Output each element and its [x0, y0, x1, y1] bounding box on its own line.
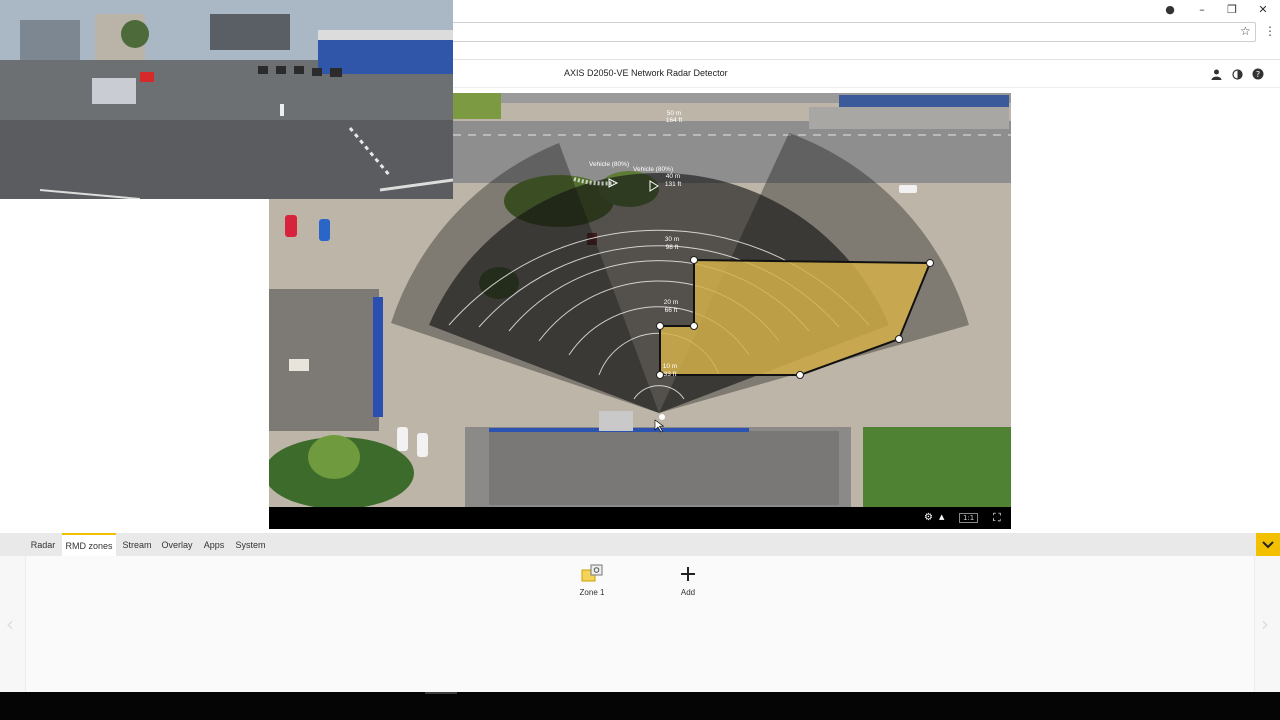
chevron-up-icon[interactable]: ▲	[939, 513, 944, 521]
close-button[interactable]: ✕	[1248, 0, 1278, 18]
range-label-m: 30 m	[665, 236, 679, 243]
tab-stream[interactable]: Stream	[119, 533, 155, 556]
radar-origin	[659, 414, 665, 420]
webcam-overlay	[0, 0, 453, 199]
range-label-ft: 98 ft	[666, 244, 679, 251]
zones-panel-content	[25, 556, 1255, 692]
settings-tabbar: Radar RMD zones Stream Overlay Apps Syst…	[0, 533, 1280, 556]
detection-label: Vehicle (80%)	[633, 166, 673, 173]
left-building	[269, 289, 379, 431]
toolbar-divider	[440, 59, 1280, 60]
gear-icon[interactable]: ⚙	[924, 512, 933, 523]
scroll-right-icon[interactable]: ›	[1261, 612, 1269, 636]
user-icon[interactable]	[1209, 67, 1223, 81]
tab-apps[interactable]: Apps	[200, 533, 228, 556]
fullscreen-icon[interactable]: ⛶	[993, 511, 1001, 525]
range-label-m: 50 m	[667, 110, 681, 117]
car	[285, 215, 297, 237]
tab-overlay[interactable]: Overlay	[159, 533, 195, 556]
zone-1-card[interactable]: Zone 1	[562, 564, 622, 604]
app-title: AXIS D2050-VE Network Radar Detector	[564, 68, 728, 78]
add-zone-button[interactable]: Add	[658, 564, 718, 604]
range-label-ft: 164 ft	[666, 117, 682, 124]
tab-system[interactable]: System	[232, 533, 269, 556]
aspect-ratio-button[interactable]: 1:1	[959, 513, 979, 523]
range-label-m: 20 m	[664, 299, 678, 306]
range-label-ft: 66 ft	[665, 307, 678, 314]
contrast-icon[interactable]	[1230, 67, 1244, 81]
range-label-m: 10 m	[663, 363, 677, 370]
chevron-down-icon	[1262, 540, 1274, 548]
os-taskbar	[0, 692, 1280, 720]
bookmark-star-icon[interactable]: ☆	[1240, 24, 1251, 38]
address-bar[interactable]	[440, 22, 1256, 42]
range-label-ft: 33 ft	[664, 371, 677, 378]
camera-view	[0, 0, 453, 199]
browser-menu-icon[interactable]: ⋮	[1264, 24, 1276, 38]
add-zone-label: Add	[680, 588, 696, 597]
range-label-ft: 131 ft	[665, 181, 681, 188]
zone-1-label: Zone 1	[579, 588, 605, 597]
zone-icon	[581, 564, 603, 582]
building-roof	[839, 95, 1009, 107]
scroll-left-icon[interactable]: ‹	[6, 612, 14, 636]
taskbar-indicator	[425, 692, 457, 694]
minimize-button[interactable]: –	[1187, 0, 1217, 18]
help-icon[interactable]: ?	[1251, 67, 1265, 81]
header-divider	[440, 87, 1280, 88]
tab-radar[interactable]: Radar	[28, 533, 58, 556]
zones-panel	[0, 556, 1280, 692]
plus-icon	[681, 567, 695, 581]
tab-rmd-zones[interactable]: RMD zones	[62, 533, 116, 556]
collapse-panel-button[interactable]	[1256, 533, 1280, 556]
range-label-m: 40 m	[666, 173, 680, 180]
svg-text:?: ?	[1256, 70, 1260, 79]
profile-icon[interactable]: ●	[1155, 0, 1185, 18]
detection-label: Vehicle (80%)	[589, 161, 629, 168]
restore-button[interactable]: ❐	[1217, 0, 1247, 18]
